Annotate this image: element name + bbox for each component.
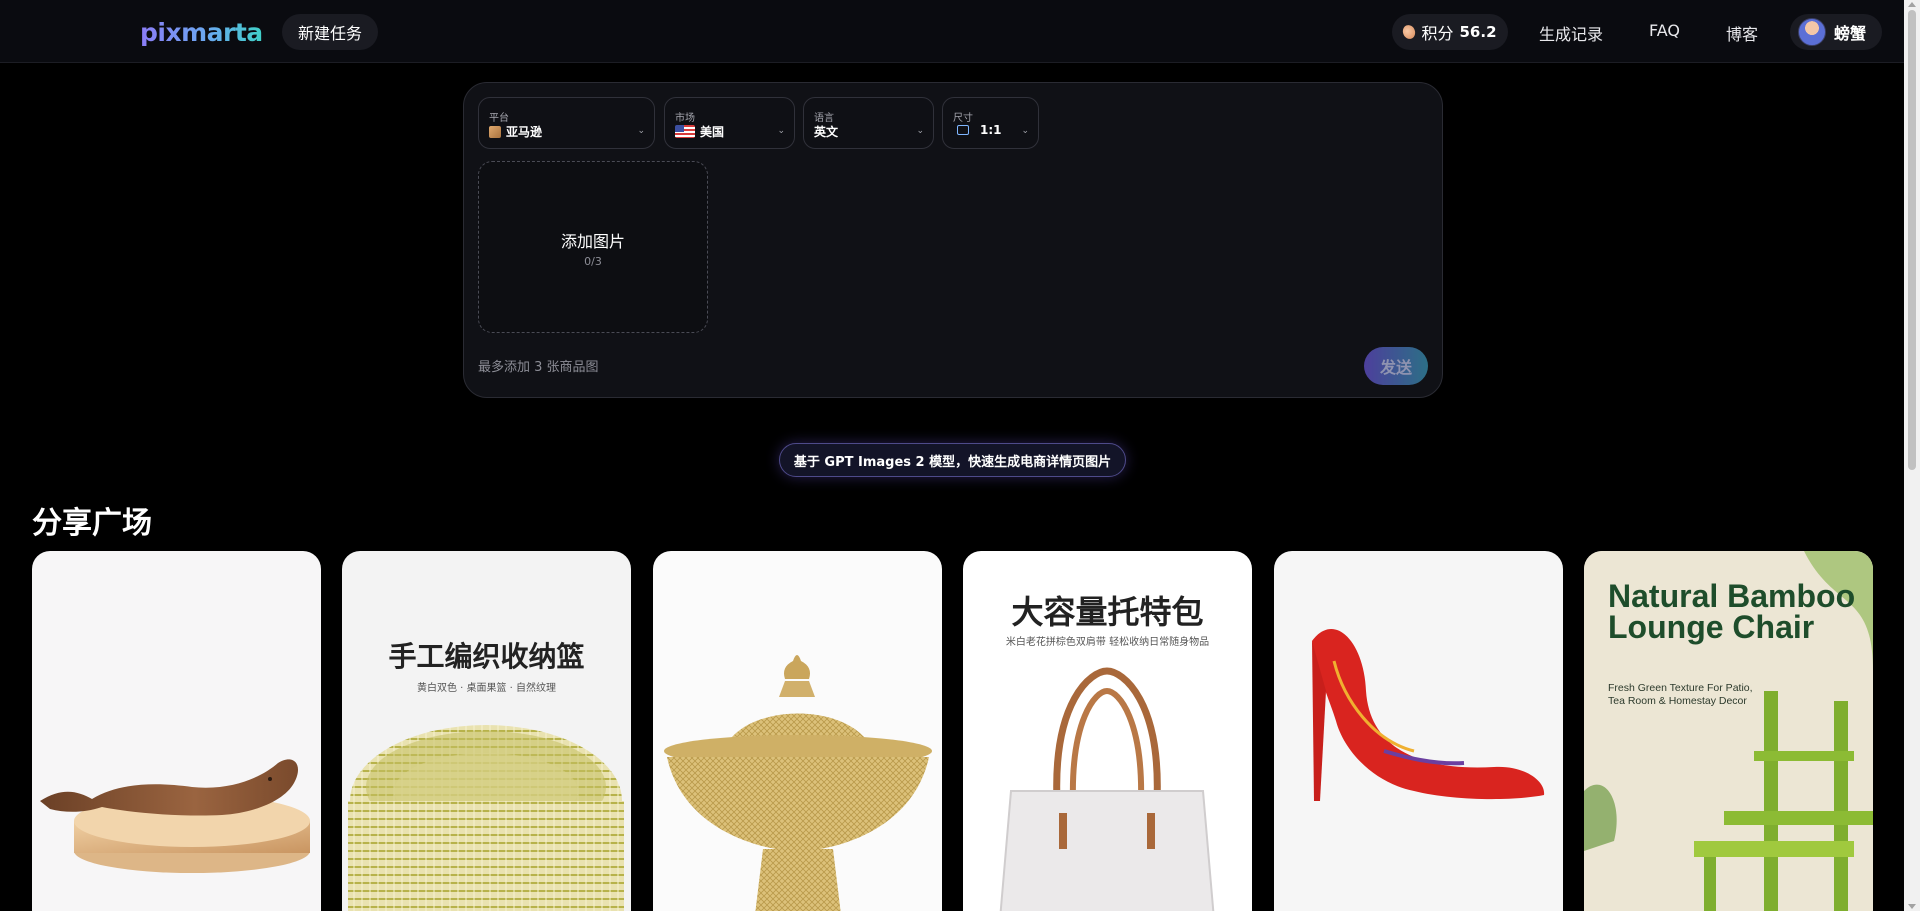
platform-select[interactable]: 平台 亚马逊 ⌄ — [478, 97, 655, 149]
user-menu[interactable]: 螃蟹 — [1790, 14, 1882, 50]
language-select-label: 语言 — [814, 113, 834, 124]
gallery-card-rattan-jar[interactable] — [653, 551, 942, 911]
card-title: Natural Bamboo Lounge Chair — [1608, 578, 1856, 645]
gallery-card-tote[interactable]: 大容量托特包 米白老花拼棕色双肩带 轻松收纳日常随身物品 — [963, 551, 1252, 911]
aspect-ratio-icon — [957, 125, 969, 135]
avatar — [1798, 18, 1826, 46]
add-image-label: 添加图片 — [560, 232, 625, 251]
credits-badge[interactable]: 积分 56.2 — [1392, 14, 1508, 50]
box-icon — [489, 125, 501, 138]
rattan-jar-image — [664, 655, 932, 911]
size-select-value: 1:1 — [980, 123, 1002, 137]
gallery-title: 分享广场 — [32, 506, 152, 541]
nav-link-faq[interactable]: FAQ — [1649, 21, 1680, 40]
credits-icon — [1401, 23, 1418, 41]
language-select[interactable]: 语言 英文 ⌄ — [803, 97, 934, 149]
red-heel-image — [1312, 629, 1545, 801]
top-bar: pixmarta 新建任务 积分 56.2 生成记录 FAQ 博客 螃蟹 — [0, 0, 1904, 63]
size-select-label: 尺寸 — [953, 113, 973, 124]
platform-select-label: 平台 — [489, 113, 509, 124]
scroll-up-arrow-icon[interactable] — [1908, 2, 1916, 7]
language-select-value: 英文 — [814, 125, 839, 139]
chevron-down-icon: ⌄ — [1021, 126, 1029, 136]
nav-link-blog[interactable]: 博客 — [1726, 21, 1758, 45]
username: 螃蟹 — [1834, 24, 1867, 43]
gallery-card-whale[interactable] — [32, 551, 321, 911]
page-scrollbar[interactable] — [1904, 0, 1920, 911]
logo[interactable]: pixmarta — [140, 18, 263, 47]
tote-bag-image — [999, 667, 1215, 911]
market-select[interactable]: 市场 美国 ⌄ — [664, 97, 795, 149]
model-badge: 基于 GPT Images 2 模型，快速生成电商详情页图片 — [779, 443, 1126, 477]
gallery-card-bamboo-chair[interactable]: Natural Bamboo Lounge Chair Fresh Green … — [1584, 551, 1873, 911]
credits-value: 56.2 — [1459, 23, 1497, 41]
woven-basket-image — [348, 725, 624, 911]
whale-figurine-image — [40, 759, 310, 873]
task-composer: 平台 亚马逊 ⌄ 市场 美国 ⌄ 语言 英文 ⌄ 尺寸 1:1 ⌄ 添加图片 0… — [463, 82, 1443, 398]
card-subtitle: Fresh Green Texture For Patio, Tea Room … — [1608, 682, 1753, 707]
nav-link-history[interactable]: 生成记录 — [1539, 21, 1603, 45]
new-task-button[interactable]: 新建任务 — [282, 14, 378, 50]
chevron-down-icon: ⌄ — [637, 126, 645, 136]
chevron-down-icon: ⌄ — [777, 126, 785, 136]
scroll-thumb[interactable] — [1908, 10, 1916, 470]
send-button[interactable]: 发送 — [1364, 347, 1428, 385]
chevron-down-icon: ⌄ — [916, 126, 924, 136]
upload-hint: 最多添加 3 张商品图 — [478, 360, 599, 375]
size-select[interactable]: 尺寸 1:1 ⌄ — [942, 97, 1039, 149]
scroll-down-arrow-icon[interactable] — [1908, 904, 1916, 909]
credits-label: 积分 — [1421, 24, 1454, 43]
market-select-label: 市场 — [675, 113, 695, 124]
add-image-dropzone[interactable]: 添加图片 0/3 — [478, 161, 708, 333]
image-count: 0/3 — [584, 255, 602, 268]
platform-select-value: 亚马逊 — [506, 125, 543, 139]
market-select-value: 美国 — [700, 125, 725, 139]
gallery-card-heel[interactable] — [1274, 551, 1563, 911]
gallery-card-basket[interactable]: 手工编织收纳篮 黄白双色 · 桌面果篮 · 自然纹理 — [342, 551, 631, 911]
us-flag-icon — [675, 125, 695, 138]
